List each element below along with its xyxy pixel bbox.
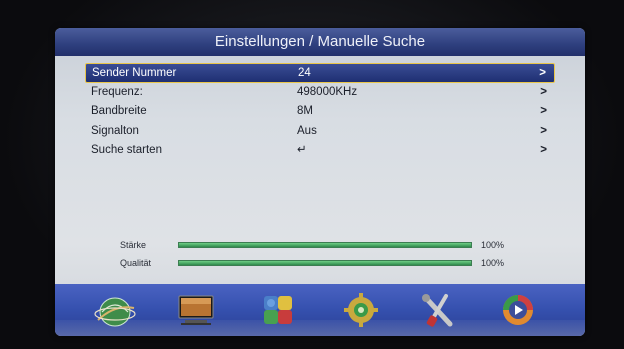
- menu-item-label: Sender Nummer: [92, 67, 177, 79]
- menu-item-label: Suche starten: [91, 144, 162, 157]
- signal-strength-bar: [178, 242, 472, 248]
- enter-icon: ↵: [297, 144, 307, 157]
- menu-item-frequenz[interactable]: Frequenz: 498000KHz >: [85, 83, 555, 103]
- tools-icon[interactable]: [416, 290, 462, 330]
- menu-item-value: 8M: [297, 105, 313, 118]
- menu-item-sender-nummer[interactable]: Sender Nummer 24 >: [85, 63, 555, 83]
- signal-quality-fill: [179, 261, 471, 265]
- media-play-icon[interactable]: [495, 290, 541, 330]
- menu-list: Sender Nummer 24 > Frequenz: 498000KHz >…: [85, 63, 555, 161]
- menu-item-label: Signalton: [91, 124, 139, 137]
- signal-strength-label: Stärke: [120, 240, 147, 250]
- chevron-right-icon: >: [540, 85, 547, 98]
- signal-strength-fill: [179, 243, 471, 247]
- chevron-right-icon: >: [540, 144, 547, 157]
- tv-monitor-icon[interactable]: [173, 290, 219, 330]
- signal-quality-percent: 100%: [481, 258, 505, 268]
- menu-item-value: Aus: [297, 124, 317, 137]
- menu-item-label: Bandbreite: [91, 105, 147, 118]
- signal-strength-percent: 100%: [481, 240, 505, 250]
- menu-item-suche-starten[interactable]: Suche starten ↵ >: [85, 141, 555, 161]
- page-title: Einstellungen / Manuelle Suche: [55, 28, 585, 56]
- signal-strength-row: Stärke 100%: [110, 236, 530, 254]
- signal-meter: Stärke 100% Qualität 100%: [110, 236, 530, 272]
- osd-window: Einstellungen / Manuelle Suche Sender Nu…: [55, 28, 585, 336]
- chevron-right-icon: >: [540, 124, 547, 137]
- chevron-right-icon: >: [540, 105, 547, 118]
- menu-item-value: 498000KHz: [297, 85, 358, 98]
- menu-item-value: 24: [298, 67, 311, 79]
- menu-item-label: Frequenz:: [91, 85, 143, 98]
- chevron-right-icon: >: [539, 67, 546, 79]
- globe-satellite-icon[interactable]: [92, 290, 138, 330]
- signal-quality-row: Qualität 100%: [110, 254, 530, 272]
- menu-item-signalton[interactable]: Signalton Aus >: [85, 122, 555, 142]
- puzzle-icon[interactable]: [256, 290, 302, 330]
- signal-quality-bar: [178, 260, 472, 266]
- gear-settings-icon[interactable]: [338, 290, 384, 330]
- main-menu-icon-bar: [55, 284, 585, 336]
- menu-item-bandbreite[interactable]: Bandbreite 8M >: [85, 102, 555, 122]
- signal-quality-label: Qualität: [120, 258, 152, 268]
